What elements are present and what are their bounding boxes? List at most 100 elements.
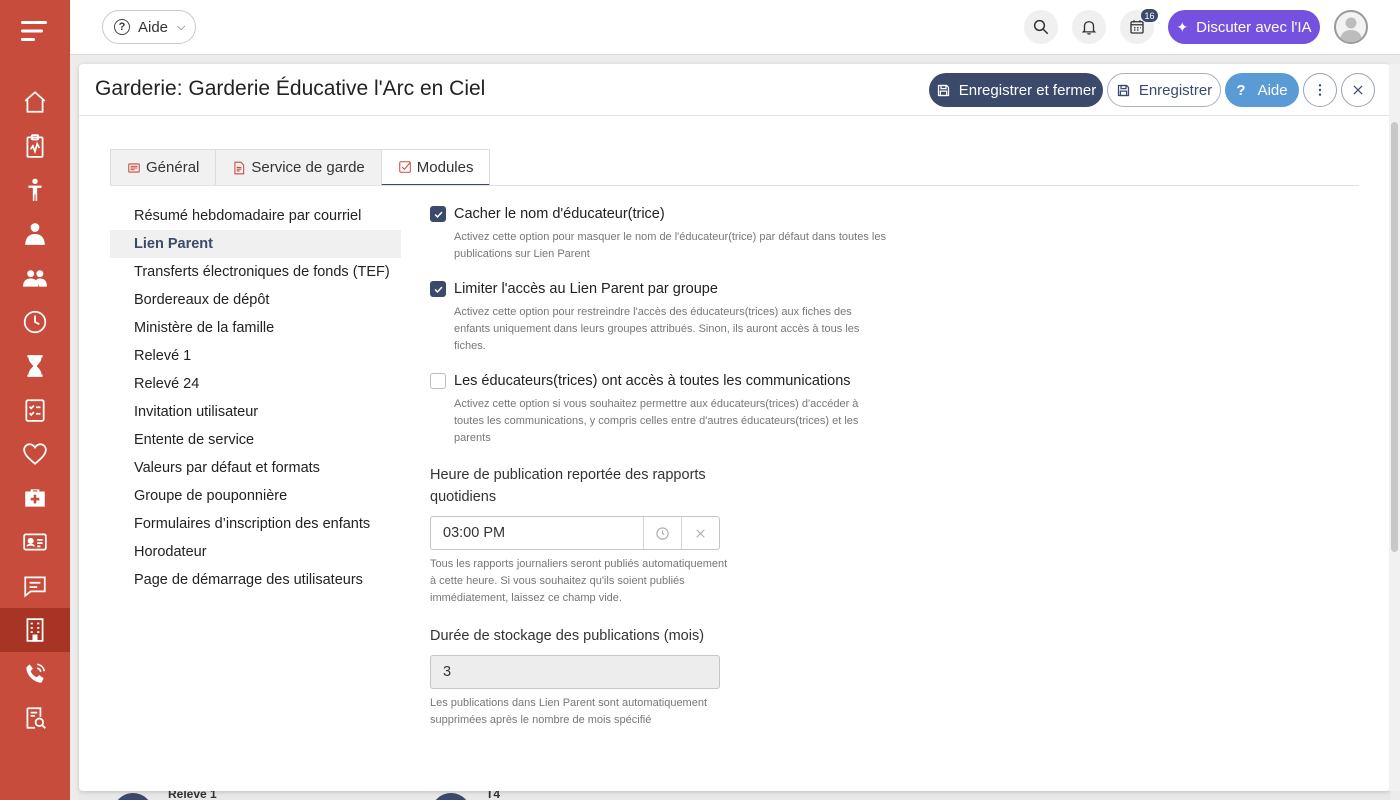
heart-icon[interactable] [0,432,70,476]
storage-duration-input[interactable]: 3 [430,655,720,689]
educators-access-all-communications-checkbox[interactable] [430,373,446,389]
publish-time-helper: Tous les rapports journaliers seront pub… [430,558,728,604]
tab-general[interactable]: Général [110,149,217,186]
user-avatar-icon [1340,17,1362,42]
limit-access-by-group-checkbox[interactable] [430,281,446,297]
publish-time-value[interactable]: 03:00 PM [431,517,643,549]
chat-icon[interactable] [0,564,70,608]
menu-item[interactable]: Page de démarrage des utilisateurs [110,566,401,594]
help-button[interactable]: ? Aide [1225,73,1299,107]
checkbox-label: Les éducateurs(trices) ont accès à toute… [454,373,851,389]
help-dropdown[interactable]: ? Aide ⌵ [102,10,196,44]
group-icon[interactable] [0,256,70,300]
bell-icon [1081,21,1097,35]
background-item-label: T4 [486,791,501,800]
storage-duration-field-group: Durée de stockage des publications (mois… [430,625,890,729]
menu-item[interactable]: Relevé 1 [110,342,401,370]
clear-icon[interactable] [681,517,719,549]
modal-header: Garderie: Garderie Éducative l'Arc en Ci… [79,64,1390,116]
close-icon [1353,85,1363,95]
chevron-down-icon: ⌵ [177,20,186,33]
menu-item[interactable]: Transferts électroniques de fonds (TEF) [110,258,401,286]
clock-icon[interactable] [0,300,70,344]
save-icon [937,84,949,96]
background-item-icon [113,793,153,800]
help-label: Aide [1257,81,1288,99]
question-icon: ? [114,19,130,35]
clock-icon[interactable] [643,517,681,549]
checklist-icon[interactable] [0,388,70,432]
publish-time-input[interactable]: 03:00 PM [430,516,720,550]
child-icon[interactable] [0,168,70,212]
tab-bar: Général Service de garde Modules [110,149,491,186]
save-button[interactable]: Enregistrer [1107,73,1221,107]
daycare-settings-modal: Garderie: Garderie Éducative l'Arc en Ci… [79,64,1390,791]
home-icon[interactable] [0,80,70,124]
checkbox-description: Activez cette option pour restreindre l'… [454,306,860,352]
background-item-label: Relevé 1 [168,791,217,800]
tab-label: Service de garde [251,159,365,176]
sidebar [0,0,70,800]
top-bar: ? Aide ⌵ 16 ✦ Discuter avec l'IA [70,0,1400,55]
menu-item-active[interactable]: Lien Parent [110,230,401,258]
help-dropdown-label: Aide [138,18,169,36]
more-options-button[interactable] [1303,73,1337,107]
tab-modules[interactable]: Modules [380,149,491,186]
notifications-button[interactable] [1072,10,1106,44]
report-search-icon[interactable] [0,696,70,740]
ai-chat-button[interactable]: ✦ Discuter avec l'IA [1168,10,1320,44]
menu-item[interactable]: Entente de service [110,426,401,454]
save-icon [1117,84,1129,96]
storage-duration-helper: Les publications dans Lien Parent sont a… [430,697,708,726]
lien-parent-settings-form: Cacher le nom d'éducateur(trice) Activez… [430,204,890,729]
background-content: Relevé 1 T4 [79,791,1390,800]
clipboard-chart-icon[interactable] [0,124,70,168]
educator-icon[interactable] [0,212,70,256]
tab-daycare-service[interactable]: Service de garde [215,149,382,186]
checkmark-icon [434,211,442,218]
sparkle-icon: ✦ [1176,18,1189,35]
menu-item[interactable]: Résumé hebdomadaire par courriel [110,202,401,230]
ai-chat-label: Discuter avec l'IA [1196,18,1312,36]
storage-duration-label: Durée de stockage des publications (mois… [430,628,705,644]
menu-item[interactable]: Valeurs par défaut et formats [110,454,401,482]
save-and-close-button[interactable]: Enregistrer et fermer [929,73,1103,107]
avatar[interactable] [1334,10,1368,44]
menu-item[interactable]: Horodateur [110,538,401,566]
hide-educator-name-checkbox[interactable] [430,206,446,222]
menu-item[interactable]: Formulaires d’inscription des enfants [110,510,401,538]
menu-item[interactable]: Ministère de la famille [110,314,401,342]
search-button[interactable] [1024,10,1058,44]
hide-educator-name-option: Cacher le nom d'éducateur(trice) Activez… [430,204,890,263]
hamburger-menu-icon[interactable] [0,0,70,62]
tab-label: Général [146,159,200,176]
background-item-icon [431,793,471,800]
vertical-dots-icon [1318,84,1322,96]
checkbox-icon [399,161,411,173]
save-and-close-label: Enregistrer et fermer [958,81,1097,99]
save-label: Enregistrer [1138,81,1213,99]
publish-time-field-group: Heure de publication reportée des rappor… [430,464,727,607]
menu-item[interactable]: Invitation utilisateur [110,398,401,426]
menu-item[interactable]: Groupe de pouponnière [110,482,401,510]
medical-kit-icon[interactable] [0,476,70,520]
close-button[interactable] [1341,73,1375,107]
divider [110,185,1359,186]
checkbox-description: Activez cette option pour masquer le nom… [454,231,886,260]
page-title: Garderie: Garderie Éducative l'Arc en Ci… [95,77,486,100]
building-icon[interactable] [0,608,70,652]
file-icon [234,161,245,174]
limit-access-by-group-option: Limiter l'accès au Lien Parent par group… [430,279,890,355]
checkbox-label: Limiter l'accès au Lien Parent par group… [454,281,718,297]
calendar-count-badge: 16 [1141,9,1158,22]
menu-item[interactable]: Relevé 24 [110,370,401,398]
phone-icon[interactable] [0,652,70,696]
scrollbar-thumb[interactable] [1391,122,1398,552]
hourglass-icon[interactable] [0,344,70,388]
search-icon [1033,19,1049,35]
calendar-button[interactable]: 16 [1120,9,1158,44]
module-menu: Résumé hebdomadaire par courriel Lien Pa… [110,202,401,594]
menu-item[interactable]: Bordereaux de dépôt [110,286,401,314]
id-card-icon[interactable] [0,520,70,564]
tab-label: Modules [416,158,474,176]
